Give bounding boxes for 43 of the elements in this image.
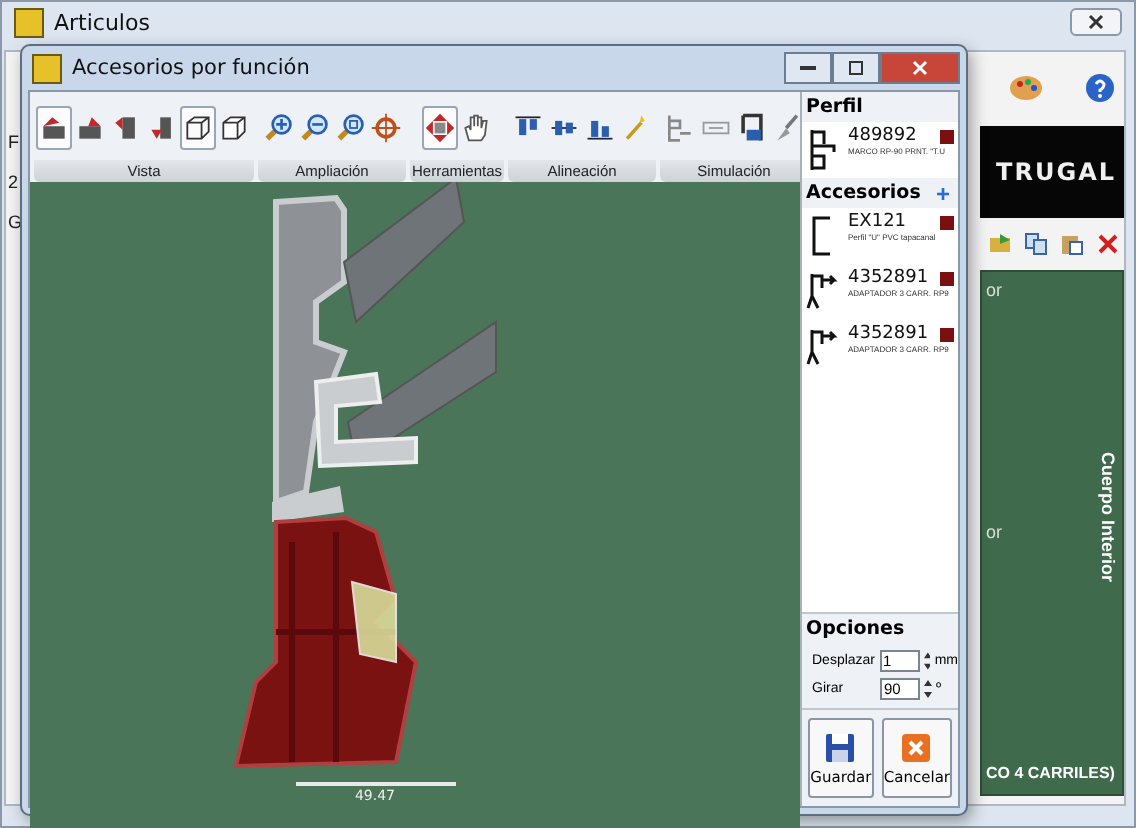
- move-icon: [423, 110, 455, 146]
- palette-icon[interactable]: [1008, 72, 1044, 104]
- minimize-button[interactable]: [784, 52, 832, 84]
- zoom-out-icon: [298, 110, 330, 146]
- spinner-icon[interactable]: [924, 680, 932, 698]
- window-title: Accesorios por función: [72, 56, 310, 80]
- profile-section-icon: [806, 126, 842, 174]
- close-icon: [1088, 14, 1104, 30]
- minimize-icon: [800, 65, 816, 71]
- add-button[interactable]: +: [931, 183, 954, 203]
- app-icon: [32, 53, 62, 83]
- copy-icon[interactable]: [1024, 232, 1048, 256]
- panel-label: or: [986, 280, 1005, 300]
- field-label: F: [8, 132, 21, 152]
- section-title: Accesorios: [806, 182, 921, 204]
- toolbar-button[interactable]: [421, 106, 457, 150]
- section-title: Perfil: [806, 96, 863, 118]
- folder-icon[interactable]: [988, 232, 1012, 256]
- field-label: 2: [8, 172, 21, 192]
- window-title: Articulos: [54, 9, 150, 35]
- target-icon: [370, 110, 402, 146]
- delete-icon[interactable]: [1096, 232, 1120, 256]
- sim-a-icon: [664, 110, 697, 146]
- app-icon: [14, 7, 44, 37]
- panel-side-title: Cuerpo Interior: [1098, 452, 1118, 583]
- panel-caption: CO 4 CARRILES): [986, 764, 1117, 782]
- toolbar-button[interactable]: [180, 106, 216, 150]
- cube-icon: [218, 110, 250, 146]
- zoom-in-icon: [262, 110, 294, 146]
- close-button[interactable]: [1070, 8, 1122, 36]
- frame-icon: [182, 110, 214, 146]
- maximize-icon: [848, 60, 864, 76]
- zoom-fit-icon: [334, 110, 366, 146]
- toolbar-button[interactable]: [36, 106, 72, 150]
- company-logo: TRUGAL: [980, 126, 1124, 218]
- sim-c-icon: [736, 110, 769, 146]
- close-icon: [912, 60, 928, 76]
- maximize-button[interactable]: [832, 52, 880, 84]
- cancel-icon: [900, 731, 933, 763]
- section-title: Opciones: [806, 618, 905, 640]
- hand-icon: [459, 110, 491, 146]
- paste-icon[interactable]: [1060, 232, 1084, 256]
- help-icon[interactable]: [1084, 72, 1116, 104]
